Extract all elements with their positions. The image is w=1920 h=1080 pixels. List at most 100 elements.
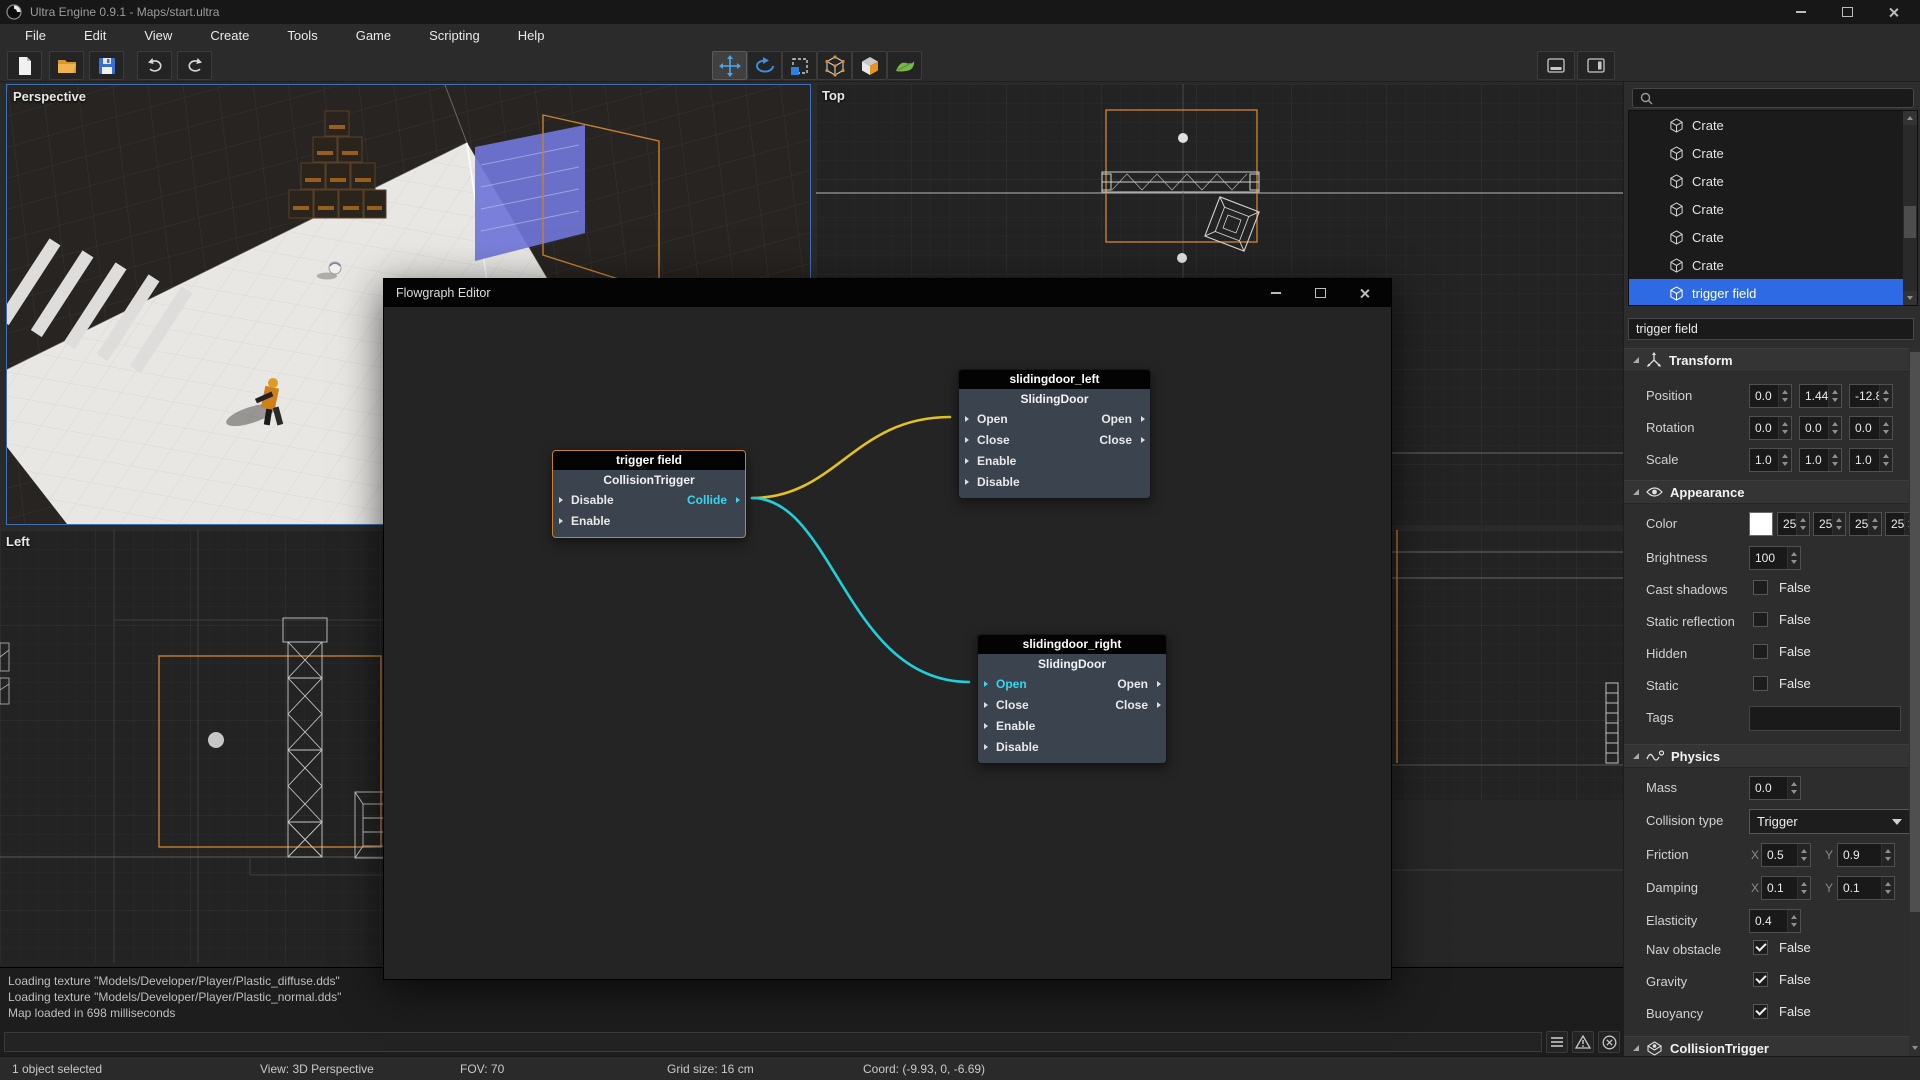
flowgraph-editor-window[interactable]: Flowgraph Editor trigger field Collision… (383, 278, 1392, 980)
static-reflection-checkbox[interactable] (1753, 612, 1768, 627)
toggle-right-panel-button[interactable] (1577, 51, 1615, 80)
collision-type-dropdown[interactable]: Trigger (1749, 809, 1911, 834)
input-port-icon[interactable] (984, 702, 988, 708)
section-transform[interactable]: Transform (1624, 348, 1909, 372)
position-x-spinbox[interactable]: 0.0 (1749, 384, 1792, 408)
nav-obstacle-checkbox[interactable] (1753, 940, 1768, 955)
sphere-top-2[interactable] (1177, 253, 1187, 263)
console-command-input[interactable] (4, 1032, 1542, 1052)
menu-file[interactable]: File (6, 24, 65, 48)
rect-select-tool-button[interactable] (782, 51, 817, 80)
list-item-crate[interactable]: Crate (1629, 223, 1917, 251)
friction-x-spinbox[interactable]: 0.5 (1761, 843, 1811, 867)
close-button[interactable] (1870, 0, 1916, 24)
node-title[interactable]: slidingdoor_right (978, 635, 1166, 654)
wire-collide-to-doorleft-open[interactable] (752, 417, 950, 498)
static-checkbox[interactable] (1753, 676, 1768, 691)
menu-view[interactable]: View (125, 24, 191, 48)
rotate-tool-button[interactable] (747, 51, 782, 80)
output-port-icon[interactable] (1157, 702, 1161, 708)
elasticity-spinbox[interactable]: 0.4 (1749, 909, 1801, 933)
console-warning-filter-button[interactable] (1572, 1031, 1594, 1053)
color-swatch[interactable] (1749, 512, 1773, 536)
port-open-out[interactable]: Open (1101, 409, 1132, 430)
port-enable[interactable]: Enable (571, 511, 610, 532)
port-row[interactable]: Enable (978, 716, 1166, 737)
output-port-icon[interactable] (1157, 681, 1161, 687)
flowgraph-canvas[interactable]: trigger field CollisionTrigger Disable C… (384, 307, 1391, 979)
minimize-button[interactable] (1778, 0, 1824, 24)
port-close-in[interactable]: Close (996, 695, 1029, 716)
list-item-crate[interactable]: Crate (1629, 111, 1917, 139)
menu-tools[interactable]: Tools (268, 24, 336, 48)
port-disable-in[interactable]: Disable (977, 472, 1020, 493)
port-open-in[interactable]: Open (996, 674, 1027, 695)
input-port-icon[interactable] (984, 744, 988, 750)
menu-game[interactable]: Game (337, 24, 410, 48)
port-open-in[interactable]: Open (977, 409, 1008, 430)
sphere-top-1[interactable] (1178, 133, 1188, 143)
vertex-cube-tool-button[interactable] (817, 51, 852, 80)
input-port-icon[interactable] (984, 681, 988, 687)
maximize-button[interactable] (1824, 0, 1870, 24)
properties-scrollbar[interactable] (1909, 348, 1920, 1056)
damping-x-spinbox[interactable]: 0.1 (1761, 876, 1811, 900)
list-item-crate[interactable]: Crate (1629, 195, 1917, 223)
node-slidingdoor-right[interactable]: slidingdoor_right SlidingDoor Open Open … (977, 634, 1167, 764)
port-row[interactable]: Open Open (959, 409, 1150, 430)
scale-x-spinbox[interactable]: 1.0 (1749, 448, 1792, 472)
menu-edit[interactable]: Edit (65, 24, 125, 48)
port-row[interactable]: Open Open (978, 674, 1166, 695)
console-error-filter-button[interactable] (1598, 1031, 1620, 1053)
rotation-y-spinbox[interactable]: 0.0 (1799, 416, 1842, 440)
node-title[interactable]: trigger field (553, 451, 745, 470)
port-disable-in[interactable]: Disable (996, 737, 1039, 758)
scroll-down-icon[interactable] (1910, 1042, 1920, 1054)
new-file-button[interactable] (7, 51, 42, 80)
output-port-icon[interactable] (736, 497, 740, 503)
port-disable[interactable]: Disable (571, 490, 614, 511)
object-list-scrollbar[interactable] (1903, 111, 1917, 305)
brightness-spinbox[interactable]: 100 (1749, 546, 1801, 570)
port-close-out[interactable]: Close (1115, 695, 1148, 716)
port-row[interactable]: Enable (553, 511, 745, 532)
port-enable-in[interactable]: Enable (977, 451, 1016, 472)
list-item-crate[interactable]: Crate (1629, 167, 1917, 195)
scroll-down-icon[interactable] (1903, 291, 1917, 305)
section-appearance[interactable]: Appearance (1624, 480, 1909, 504)
position-y-spinbox[interactable]: 1.44 (1799, 384, 1842, 408)
scrollbar-thumb[interactable] (1904, 206, 1916, 238)
open-file-button[interactable] (49, 51, 84, 80)
redo-button[interactable] (177, 51, 212, 80)
hidden-checkbox[interactable] (1753, 644, 1768, 659)
position-z-spinbox[interactable]: -12.88 (1849, 384, 1893, 408)
menu-create[interactable]: Create (191, 24, 268, 48)
cast-shadows-checkbox[interactable] (1753, 580, 1768, 595)
scale-y-spinbox[interactable]: 1.0 (1799, 448, 1842, 472)
list-item-crate[interactable]: Crate (1629, 139, 1917, 167)
section-physics[interactable]: Physics (1624, 744, 1909, 768)
menu-scripting[interactable]: Scripting (410, 24, 499, 48)
move-tool-button[interactable] (712, 51, 747, 80)
output-port-icon[interactable] (1141, 416, 1145, 422)
input-port-icon[interactable] (965, 416, 969, 422)
node-title[interactable]: slidingdoor_left (959, 370, 1150, 389)
rotation-x-spinbox[interactable]: 0.0 (1749, 416, 1792, 440)
color-g-spinbox[interactable]: 25 (1813, 512, 1846, 536)
object-search-input[interactable] (1658, 90, 1913, 106)
tags-input[interactable] (1749, 706, 1901, 731)
toggle-bottom-panel-button[interactable] (1537, 51, 1575, 80)
color-b-spinbox[interactable]: 25 (1849, 512, 1882, 536)
solid-cube-tool-button[interactable] (852, 51, 887, 80)
port-open-out[interactable]: Open (1117, 674, 1148, 695)
scene-object-list[interactable]: Crate Crate Crate Crate Crate Crate (1628, 110, 1918, 306)
input-port-icon[interactable] (559, 497, 563, 503)
object-search-box[interactable] (1632, 88, 1914, 108)
input-port-icon[interactable] (984, 723, 988, 729)
damping-y-spinbox[interactable]: 0.1 (1837, 876, 1895, 900)
node-trigger-field[interactable]: trigger field CollisionTrigger Disable C… (552, 450, 746, 538)
input-port-icon[interactable] (559, 518, 563, 524)
gravity-checkbox[interactable] (1753, 972, 1768, 987)
wire-collide-to-doorright-open[interactable] (752, 498, 969, 682)
scale-z-spinbox[interactable]: 1.0 (1849, 448, 1893, 472)
